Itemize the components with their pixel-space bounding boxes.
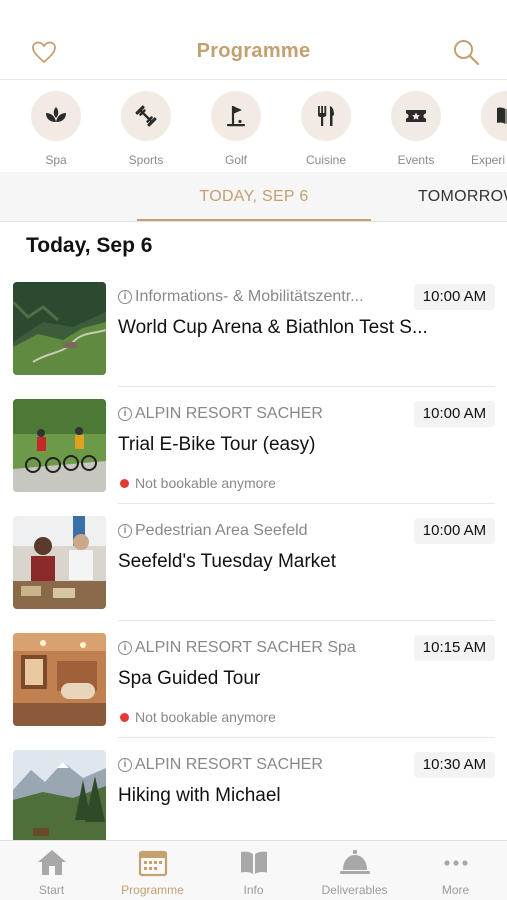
ticket-icon xyxy=(406,110,426,122)
list-item[interactable]: i Pedestrian Area Seefeld 10:00 AM Seefe… xyxy=(0,504,507,621)
category-sports[interactable]: Sports xyxy=(101,91,191,167)
info-icon: i xyxy=(118,407,132,421)
day-heading: Today, Sep 6 xyxy=(26,234,153,257)
bottom-tab-bar: Start Programme Info Deliverables More xyxy=(0,840,507,900)
house-icon xyxy=(37,850,66,875)
dumbbell-icon xyxy=(135,105,157,127)
open-book-icon xyxy=(240,851,267,874)
category-label: Experi xyxy=(471,153,506,167)
spa-interior-photo xyxy=(13,633,106,726)
event-location: i Pedestrian Area Seefeld xyxy=(118,522,408,540)
calendar-icon xyxy=(138,850,167,877)
list-item[interactable]: i Informations- & Mobilitätszentr... 10:… xyxy=(0,270,507,387)
tab-info[interactable]: Info xyxy=(203,847,304,897)
golf-flag-icon xyxy=(227,106,245,127)
event-location: i ALPIN RESORT SACHER Spa xyxy=(118,639,408,657)
info-icon: i xyxy=(118,758,132,772)
category-spa[interactable]: Spa xyxy=(11,91,101,167)
tab-today[interactable]: TODAY, SEP 6 xyxy=(137,188,371,206)
category-events[interactable]: Events xyxy=(371,91,461,167)
event-time-badge: 10:00 AM xyxy=(414,401,495,427)
event-thumbnail xyxy=(13,399,106,492)
tab-start[interactable]: Start xyxy=(1,847,102,897)
event-thumbnail xyxy=(13,750,106,840)
tab-more[interactable]: More xyxy=(405,847,506,897)
event-time-badge: 10:00 AM xyxy=(414,518,495,544)
category-label: Cuisine xyxy=(305,153,347,167)
tab-deliverables[interactable]: Deliverables xyxy=(304,847,405,897)
category-label: Events xyxy=(397,153,435,167)
page-title: Programme xyxy=(196,40,311,62)
unavailable-dot-icon xyxy=(120,478,129,488)
event-time-badge: 10:15 AM xyxy=(414,635,495,661)
list-item[interactable]: i ALPIN RESORT SACHER 10:00 AM Trial E-B… xyxy=(0,387,507,504)
event-title: Seefeld's Tuesday Market xyxy=(118,551,337,572)
list-item[interactable]: i ALPIN RESORT SACHER 10:30 AM Hiking wi… xyxy=(0,738,507,840)
event-title: Trial E-Bike Tour (easy) xyxy=(118,434,316,455)
active-tab-indicator xyxy=(137,219,371,221)
event-title: World Cup Arena & Biathlon Test S... xyxy=(118,317,428,338)
booking-status: Not bookable anymore xyxy=(120,709,276,725)
service-bell-icon xyxy=(339,850,370,874)
more-dots-icon xyxy=(443,860,468,866)
event-thumbnail xyxy=(13,633,106,726)
lotus-icon xyxy=(46,107,66,122)
event-list[interactable]: i Informations- & Mobilitätszentr... 10:… xyxy=(0,270,507,840)
market-photo xyxy=(13,516,106,609)
info-icon: i xyxy=(118,524,132,538)
tab-tomorrow[interactable]: TOMORROW xyxy=(418,188,507,206)
category-label: Spa xyxy=(45,153,67,167)
tab-programme[interactable]: Programme xyxy=(102,847,203,897)
book-icon xyxy=(497,107,507,124)
unavailable-dot-icon xyxy=(120,712,129,722)
category-label: Golf xyxy=(224,153,247,167)
search-icon[interactable] xyxy=(452,38,480,66)
event-location: i Informations- & Mobilitätszentr... xyxy=(118,288,408,306)
event-location: i ALPIN RESORT SACHER xyxy=(118,756,408,774)
app-header: Programme xyxy=(0,0,507,80)
category-label: Sports xyxy=(128,153,164,167)
event-thumbnail xyxy=(13,282,106,375)
event-title: Hiking with Michael xyxy=(118,785,281,806)
event-time-badge: 10:00 AM xyxy=(414,284,495,310)
event-location: i ALPIN RESORT SACHER xyxy=(118,405,408,423)
category-strip: Spa Sports Golf Cuisine Events Experi xyxy=(0,80,507,172)
date-tabs: TODAY, SEP 6 TOMORROW xyxy=(0,172,507,222)
mountain-valley-photo xyxy=(13,282,106,375)
event-thumbnail xyxy=(13,516,106,609)
event-title: Spa Guided Tour xyxy=(118,668,261,689)
fork-knife-icon xyxy=(318,106,334,126)
category-golf[interactable]: Golf xyxy=(191,91,281,167)
category-cuisine[interactable]: Cuisine xyxy=(281,91,371,167)
category-experiences[interactable]: Experi xyxy=(451,91,507,167)
list-item[interactable]: i ALPIN RESORT SACHER Spa 10:15 AM Spa G… xyxy=(0,621,507,738)
info-icon: i xyxy=(118,290,132,304)
alpine-hiking-photo xyxy=(13,750,106,840)
info-icon: i xyxy=(118,641,132,655)
ebike-photo xyxy=(13,399,106,492)
booking-status: Not bookable anymore xyxy=(120,475,276,491)
event-time-badge: 10:30 AM xyxy=(414,752,495,778)
